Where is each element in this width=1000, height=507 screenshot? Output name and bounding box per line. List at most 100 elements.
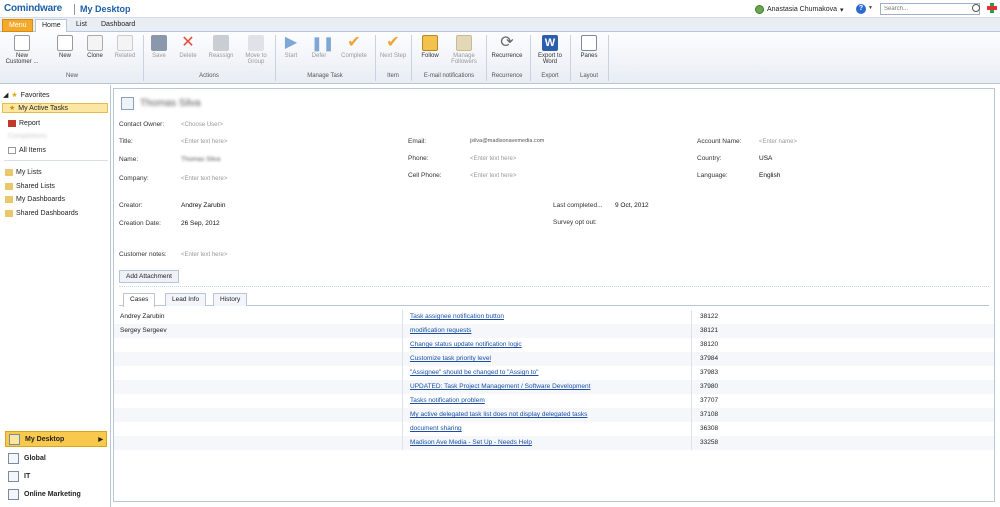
tab-home[interactable]: Home: [35, 19, 67, 32]
next-step-button[interactable]: ✔ Next Step: [378, 35, 408, 60]
search-input[interactable]: [880, 3, 980, 15]
table-row[interactable]: document sharing 36308: [114, 422, 994, 436]
related-button[interactable]: Related: [110, 35, 140, 59]
save-button[interactable]: Save: [146, 35, 172, 59]
clone-button[interactable]: Clone: [82, 35, 108, 59]
title-field[interactable]: <Enter text here>: [181, 139, 227, 145]
sidebar-item-favorites[interactable]: ◢ ★ Favorites: [3, 90, 49, 100]
contact-owner-label: Contact Owner:: [119, 121, 165, 128]
section-divider: [119, 286, 989, 287]
sidebar-item-my-dashboards[interactable]: My Dashboards: [5, 194, 65, 204]
country-field[interactable]: USA: [759, 155, 772, 162]
workspace-my-desktop[interactable]: My Desktop ▶: [5, 431, 107, 447]
expand-icon[interactable]: ◢: [3, 91, 8, 99]
reassign-button[interactable]: Reassign: [204, 35, 238, 59]
save-label: Save: [152, 53, 166, 59]
account-name-field[interactable]: <Enter name>: [759, 139, 797, 145]
country-label: Country:: [697, 155, 722, 162]
recurrence-button[interactable]: ⟳ Recurrence: [488, 35, 526, 60]
contact-owner-field[interactable]: <Choose User>: [181, 122, 223, 128]
case-link[interactable]: UPDATED: Task Project Management / Softw…: [410, 383, 590, 390]
name-field[interactable]: Thomas Silva: [181, 156, 220, 163]
workspace-it[interactable]: IT: [5, 468, 107, 484]
sidebar-item-my-lists[interactable]: My Lists: [5, 167, 42, 177]
case-link[interactable]: "Assignee" should be changed to "Assign …: [410, 369, 538, 376]
follow-button[interactable]: Follow: [416, 35, 444, 59]
move-to-group-label: Move to Group: [245, 53, 267, 65]
table-row[interactable]: My active delegated task list does not d…: [114, 408, 994, 422]
cell-phone-field[interactable]: <Enter text here>: [470, 173, 516, 179]
sidebar-item-report[interactable]: Report: [8, 118, 40, 128]
tab-menu[interactable]: Menu: [2, 19, 33, 32]
favorites-label: Favorites: [20, 91, 50, 99]
panes-button[interactable]: Panes: [574, 35, 604, 59]
export-word-button[interactable]: W Export to Word: [532, 35, 568, 65]
tab-list[interactable]: List: [70, 19, 93, 32]
sidebar-item-shared-lists[interactable]: Shared Lists: [5, 181, 55, 191]
table-row[interactable]: Madison Ave Media - Set Up - Needs Help …: [114, 436, 994, 450]
group-actions-label: Actions: [199, 73, 219, 79]
user-menu[interactable]: Anastasia Chumakova ▾: [755, 5, 844, 14]
table-row[interactable]: Change status update notification logic …: [114, 338, 994, 352]
group-separator: [608, 35, 609, 81]
new-button[interactable]: New: [52, 35, 78, 59]
case-link[interactable]: Customize task priority level: [410, 355, 491, 362]
search-icon[interactable]: [972, 4, 980, 12]
workspace-global[interactable]: Global: [5, 450, 107, 466]
start-button[interactable]: ▶ Start: [278, 35, 304, 60]
table-row[interactable]: "Assignee" should be changed to "Assign …: [114, 366, 994, 380]
manage-followers-button[interactable]: Manage Followers: [446, 35, 482, 65]
email-field[interactable]: jsilva@madisonavemedia.com: [470, 138, 544, 144]
sidebar-item-completions[interactable]: Completions: [8, 131, 47, 141]
related-icon: [117, 35, 133, 51]
complete-button[interactable]: ✔ Complete: [336, 35, 372, 60]
sidebar-item-shared-dashboards[interactable]: Shared Dashboards: [5, 208, 78, 218]
case-link[interactable]: Change status update notification logic: [410, 341, 522, 348]
company-field[interactable]: <Enter text here>: [181, 176, 227, 182]
language-field[interactable]: English: [759, 172, 780, 179]
delete-label: Delete: [179, 53, 197, 59]
help-icon[interactable]: ?: [856, 4, 866, 14]
table-row[interactable]: Sergey Sergeev modification requests 381…: [114, 324, 994, 338]
add-icon[interactable]: [987, 3, 997, 13]
case-link[interactable]: Task assignee notification button: [410, 313, 504, 320]
table-row[interactable]: Tasks notification problem 37707: [114, 394, 994, 408]
list-icon: [8, 146, 16, 154]
help-chevron-down-icon[interactable]: ▼: [868, 5, 873, 11]
new-customer-button[interactable]: New Customer ...: [4, 35, 40, 65]
sidebar-item-my-active-tasks[interactable]: ★ My Active Tasks: [2, 103, 108, 113]
chevron-right-icon: ▶: [98, 436, 103, 443]
manage-followers-label: Manage Followers: [451, 53, 477, 65]
last-completed-value: 9 Oct, 2012: [615, 202, 649, 209]
tab-history[interactable]: History: [213, 293, 248, 306]
case-link[interactable]: Tasks notification problem: [410, 397, 485, 404]
move-to-group-button[interactable]: Move to Group: [240, 35, 272, 65]
column-divider: [402, 436, 403, 450]
table-row[interactable]: Customize task priority level 37984: [114, 352, 994, 366]
workspace-label: Online Marketing: [24, 490, 81, 498]
case-link[interactable]: Madison Ave Media - Set Up - Needs Help: [410, 439, 532, 446]
phone-field[interactable]: <Enter text here>: [470, 156, 516, 162]
defer-button[interactable]: ❚❚ Defer: [306, 35, 334, 59]
tab-cases[interactable]: Cases: [123, 293, 156, 307]
case-link[interactable]: document sharing: [410, 425, 462, 432]
envelope-icon: [422, 35, 438, 51]
table-row[interactable]: UPDATED: Task Project Management / Softw…: [114, 380, 994, 394]
tab-dashboard[interactable]: Dashboard: [95, 19, 141, 32]
case-id: 37983: [700, 369, 719, 376]
app-logo[interactable]: Comindware: [4, 3, 62, 14]
table-row[interactable]: Andrey Zarubin Task assignee notificatio…: [114, 310, 994, 324]
reassign-icon: [213, 35, 229, 51]
add-attachment-button[interactable]: Add Attachment: [119, 270, 179, 283]
tasks-icon: ★: [9, 105, 16, 112]
case-id: 36308: [700, 425, 719, 432]
workspace-online-marketing[interactable]: Online Marketing: [5, 486, 107, 502]
delete-button[interactable]: ✕ Delete: [174, 34, 202, 60]
customer-notes-field[interactable]: <Enter text here>: [181, 252, 227, 258]
case-link[interactable]: My active delegated task list does not d…: [410, 411, 587, 418]
tab-lead-info[interactable]: Lead Info: [165, 293, 207, 306]
sidebar-item-all-items[interactable]: All Items: [8, 145, 46, 155]
delete-icon: ✕: [181, 34, 195, 51]
case-link[interactable]: modification requests: [410, 327, 471, 334]
account-name-label: Account Name:: [697, 138, 742, 145]
